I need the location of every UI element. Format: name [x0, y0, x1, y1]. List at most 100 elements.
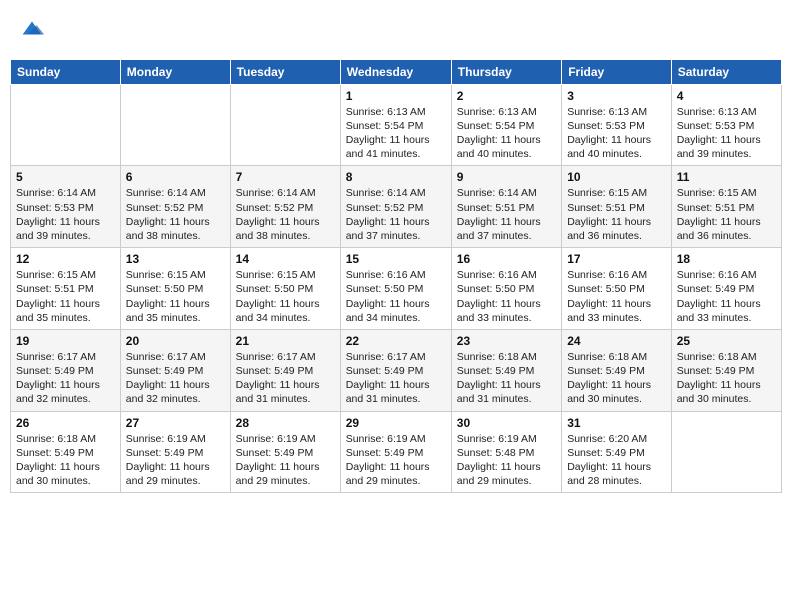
day-info: Sunrise: 6:16 AMSunset: 5:50 PMDaylight:… [457, 268, 556, 325]
day-number: 24 [567, 334, 666, 348]
day-number: 23 [457, 334, 556, 348]
weekday-monday: Monday [120, 59, 230, 84]
day-info: Sunrise: 6:14 AMSunset: 5:51 PMDaylight:… [457, 186, 556, 243]
calendar-cell: 9 Sunrise: 6:14 AMSunset: 5:51 PMDaylight… [451, 166, 561, 248]
weekday-header-row: SundayMondayTuesdayWednesdayThursdayFrid… [11, 59, 782, 84]
calendar-cell: 24 Sunrise: 6:18 AMSunset: 5:49 PMDayligh… [562, 329, 672, 411]
weekday-friday: Friday [562, 59, 672, 84]
calendar-cell: 20 Sunrise: 6:17 AMSunset: 5:49 PMDayligh… [120, 329, 230, 411]
day-info: Sunrise: 6:14 AMSunset: 5:53 PMDaylight:… [16, 186, 115, 243]
calendar-cell: 11 Sunrise: 6:15 AMSunset: 5:51 PMDayligh… [671, 166, 781, 248]
day-info: Sunrise: 6:15 AMSunset: 5:50 PMDaylight:… [236, 268, 335, 325]
day-info: Sunrise: 6:16 AMSunset: 5:50 PMDaylight:… [567, 268, 666, 325]
calendar-cell: 10 Sunrise: 6:15 AMSunset: 5:51 PMDayligh… [562, 166, 672, 248]
day-info: Sunrise: 6:14 AMSunset: 5:52 PMDaylight:… [126, 186, 225, 243]
day-number: 19 [16, 334, 115, 348]
day-info: Sunrise: 6:15 AMSunset: 5:51 PMDaylight:… [677, 186, 776, 243]
day-number: 6 [126, 170, 225, 184]
calendar-cell: 28 Sunrise: 6:19 AMSunset: 5:49 PMDayligh… [230, 411, 340, 493]
day-info: Sunrise: 6:19 AMSunset: 5:48 PMDaylight:… [457, 432, 556, 489]
calendar-cell: 30 Sunrise: 6:19 AMSunset: 5:48 PMDayligh… [451, 411, 561, 493]
day-number: 17 [567, 252, 666, 266]
day-info: Sunrise: 6:18 AMSunset: 5:49 PMDaylight:… [457, 350, 556, 407]
calendar-cell: 14 Sunrise: 6:15 AMSunset: 5:50 PMDayligh… [230, 248, 340, 330]
calendar-cell [11, 84, 121, 166]
day-info: Sunrise: 6:19 AMSunset: 5:49 PMDaylight:… [236, 432, 335, 489]
day-number: 4 [677, 89, 776, 103]
day-number: 1 [346, 89, 446, 103]
calendar-cell: 18 Sunrise: 6:16 AMSunset: 5:49 PMDayligh… [671, 248, 781, 330]
calendar-cell: 29 Sunrise: 6:19 AMSunset: 5:49 PMDayligh… [340, 411, 451, 493]
calendar-cell: 27 Sunrise: 6:19 AMSunset: 5:49 PMDayligh… [120, 411, 230, 493]
week-row-1: 1 Sunrise: 6:13 AMSunset: 5:54 PMDaylight… [11, 84, 782, 166]
logo-icon [18, 14, 46, 42]
day-number: 7 [236, 170, 335, 184]
day-number: 3 [567, 89, 666, 103]
day-number: 22 [346, 334, 446, 348]
calendar-cell [230, 84, 340, 166]
week-row-2: 5 Sunrise: 6:14 AMSunset: 5:53 PMDaylight… [11, 166, 782, 248]
weekday-saturday: Saturday [671, 59, 781, 84]
day-info: Sunrise: 6:13 AMSunset: 5:54 PMDaylight:… [346, 105, 446, 162]
day-number: 28 [236, 416, 335, 430]
day-number: 15 [346, 252, 446, 266]
day-number: 8 [346, 170, 446, 184]
day-info: Sunrise: 6:14 AMSunset: 5:52 PMDaylight:… [236, 186, 335, 243]
day-number: 31 [567, 416, 666, 430]
day-number: 25 [677, 334, 776, 348]
calendar-cell: 31 Sunrise: 6:20 AMSunset: 5:49 PMDayligh… [562, 411, 672, 493]
day-number: 27 [126, 416, 225, 430]
calendar-cell: 23 Sunrise: 6:18 AMSunset: 5:49 PMDayligh… [451, 329, 561, 411]
week-row-4: 19 Sunrise: 6:17 AMSunset: 5:49 PMDayligh… [11, 329, 782, 411]
calendar-cell [120, 84, 230, 166]
day-number: 13 [126, 252, 225, 266]
day-info: Sunrise: 6:18 AMSunset: 5:49 PMDaylight:… [677, 350, 776, 407]
day-number: 30 [457, 416, 556, 430]
day-info: Sunrise: 6:18 AMSunset: 5:49 PMDaylight:… [567, 350, 666, 407]
calendar-cell: 2 Sunrise: 6:13 AMSunset: 5:54 PMDaylight… [451, 84, 561, 166]
day-number: 21 [236, 334, 335, 348]
calendar-cell: 12 Sunrise: 6:15 AMSunset: 5:51 PMDayligh… [11, 248, 121, 330]
day-info: Sunrise: 6:16 AMSunset: 5:50 PMDaylight:… [346, 268, 446, 325]
day-info: Sunrise: 6:16 AMSunset: 5:49 PMDaylight:… [677, 268, 776, 325]
calendar-cell: 3Sunrise: 6:13 AMSunset: 5:53 PMDaylight… [562, 84, 672, 166]
day-number: 14 [236, 252, 335, 266]
day-number: 16 [457, 252, 556, 266]
day-info: Sunrise: 6:17 AMSunset: 5:49 PMDaylight:… [126, 350, 225, 407]
day-info: Sunrise: 6:13 AMSunset: 5:54 PMDaylight:… [457, 105, 556, 162]
day-number: 10 [567, 170, 666, 184]
day-number: 12 [16, 252, 115, 266]
week-row-5: 26Sunrise: 6:18 AMSunset: 5:49 PMDayligh… [11, 411, 782, 493]
day-info: Sunrise: 6:19 AMSunset: 5:49 PMDaylight:… [126, 432, 225, 489]
week-row-3: 12 Sunrise: 6:15 AMSunset: 5:51 PMDayligh… [11, 248, 782, 330]
day-info: Sunrise: 6:15 AMSunset: 5:51 PMDaylight:… [567, 186, 666, 243]
day-info: Sunrise: 6:13 AMSunset: 5:53 PMDaylight:… [677, 105, 776, 162]
weekday-thursday: Thursday [451, 59, 561, 84]
calendar-cell: 21 Sunrise: 6:17 AMSunset: 5:49 PMDayligh… [230, 329, 340, 411]
day-info: Sunrise: 6:19 AMSunset: 5:49 PMDaylight:… [346, 432, 446, 489]
weekday-tuesday: Tuesday [230, 59, 340, 84]
day-number: 18 [677, 252, 776, 266]
calendar-cell: 17 Sunrise: 6:16 AMSunset: 5:50 PMDayligh… [562, 248, 672, 330]
day-info: Sunrise: 6:15 AMSunset: 5:51 PMDaylight:… [16, 268, 115, 325]
page-header [10, 10, 782, 51]
calendar-cell: 1 Sunrise: 6:13 AMSunset: 5:54 PMDaylight… [340, 84, 451, 166]
calendar-cell: 19Sunrise: 6:17 AMSunset: 5:49 PMDayligh… [11, 329, 121, 411]
day-number: 26 [16, 416, 115, 430]
calendar-cell: 22 Sunrise: 6:17 AMSunset: 5:49 PMDayligh… [340, 329, 451, 411]
weekday-sunday: Sunday [11, 59, 121, 84]
calendar-cell: 4 Sunrise: 6:13 AMSunset: 5:53 PMDaylight… [671, 84, 781, 166]
day-number: 2 [457, 89, 556, 103]
day-number: 11 [677, 170, 776, 184]
day-number: 20 [126, 334, 225, 348]
day-number: 29 [346, 416, 446, 430]
day-info: Sunrise: 6:17 AMSunset: 5:49 PMDaylight:… [236, 350, 335, 407]
day-info: Sunrise: 6:17 AMSunset: 5:49 PMDaylight:… [346, 350, 446, 407]
calendar-cell: 26Sunrise: 6:18 AMSunset: 5:49 PMDayligh… [11, 411, 121, 493]
logo [16, 14, 46, 47]
day-number: 5 [16, 170, 115, 184]
day-number: 9 [457, 170, 556, 184]
day-info: Sunrise: 6:20 AMSunset: 5:49 PMDaylight:… [567, 432, 666, 489]
calendar-cell: 13Sunrise: 6:15 AMSunset: 5:50 PMDayligh… [120, 248, 230, 330]
weekday-wednesday: Wednesday [340, 59, 451, 84]
